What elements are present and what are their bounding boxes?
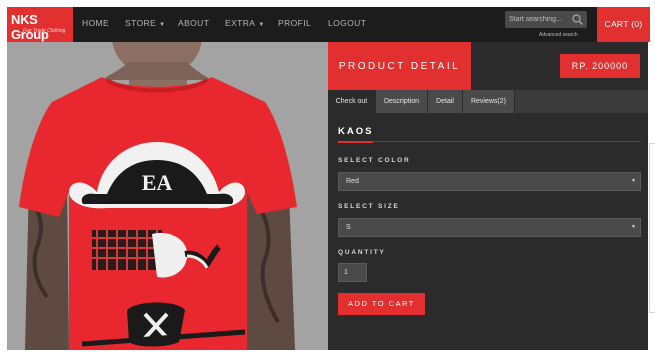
side-frame bbox=[649, 143, 655, 313]
cart-button[interactable]: CART (0) bbox=[597, 7, 650, 42]
tab-reviews[interactable]: Reviews(2) bbox=[463, 90, 515, 113]
product-detail-panel: PRODUCT DETAIL RP. 200000 Check out Desc… bbox=[328, 42, 648, 350]
detail-tabs: Check out Description Detail Reviews(2) bbox=[328, 90, 648, 113]
search-box bbox=[505, 11, 587, 28]
search-input[interactable] bbox=[509, 13, 569, 26]
caret-down-icon: ▼ bbox=[159, 22, 166, 28]
caret-down-icon: ▼ bbox=[258, 22, 265, 28]
product-name: KAOS bbox=[338, 126, 374, 137]
top-navbar: NKS Group Fair Trade Clothing HOME STORE… bbox=[7, 7, 650, 42]
search-icon[interactable] bbox=[571, 13, 584, 26]
nav-about[interactable]: ABOUT bbox=[178, 18, 209, 28]
title-divider bbox=[338, 141, 641, 143]
nav-profil[interactable]: PROFIL bbox=[278, 18, 311, 28]
size-select[interactable]: S ▼ bbox=[338, 218, 641, 237]
color-select-value: Red bbox=[346, 178, 359, 185]
nav-store[interactable]: STORE ▼ bbox=[125, 18, 165, 28]
product-image: EA bbox=[7, 42, 328, 350]
nav-logout[interactable]: LOGOUT bbox=[328, 18, 366, 28]
quantity-input[interactable] bbox=[338, 263, 367, 282]
select-arrow-icon: ▼ bbox=[631, 178, 636, 184]
select-color-label: SELECT COLOR bbox=[338, 157, 411, 164]
svg-text:EA: EA bbox=[142, 170, 173, 195]
select-size-label: SELECT SIZE bbox=[338, 203, 400, 210]
select-arrow-icon: ▼ bbox=[631, 224, 636, 230]
quantity-label: QUANTITY bbox=[338, 249, 386, 256]
nav-home[interactable]: HOME bbox=[82, 18, 109, 28]
color-select[interactable]: Red ▼ bbox=[338, 172, 641, 191]
advanced-search-link[interactable]: Advanced search bbox=[539, 32, 578, 38]
price-badge: RP. 200000 bbox=[560, 54, 640, 78]
tab-check-out[interactable]: Check out bbox=[328, 90, 376, 113]
add-to-cart-button[interactable]: ADD TO CART bbox=[338, 293, 425, 315]
tab-description[interactable]: Description bbox=[376, 90, 428, 113]
tab-detail[interactable]: Detail bbox=[428, 90, 463, 113]
brand-name: NKS Group bbox=[11, 12, 49, 42]
size-select-value: S bbox=[346, 224, 351, 231]
nav-extra[interactable]: EXTRA ▼ bbox=[225, 18, 265, 28]
brand-tagline: Fair Trade Clothing bbox=[23, 28, 66, 34]
brand-logo[interactable]: NKS Group Fair Trade Clothing bbox=[7, 7, 73, 42]
product-detail-header: PRODUCT DETAIL bbox=[328, 42, 471, 90]
